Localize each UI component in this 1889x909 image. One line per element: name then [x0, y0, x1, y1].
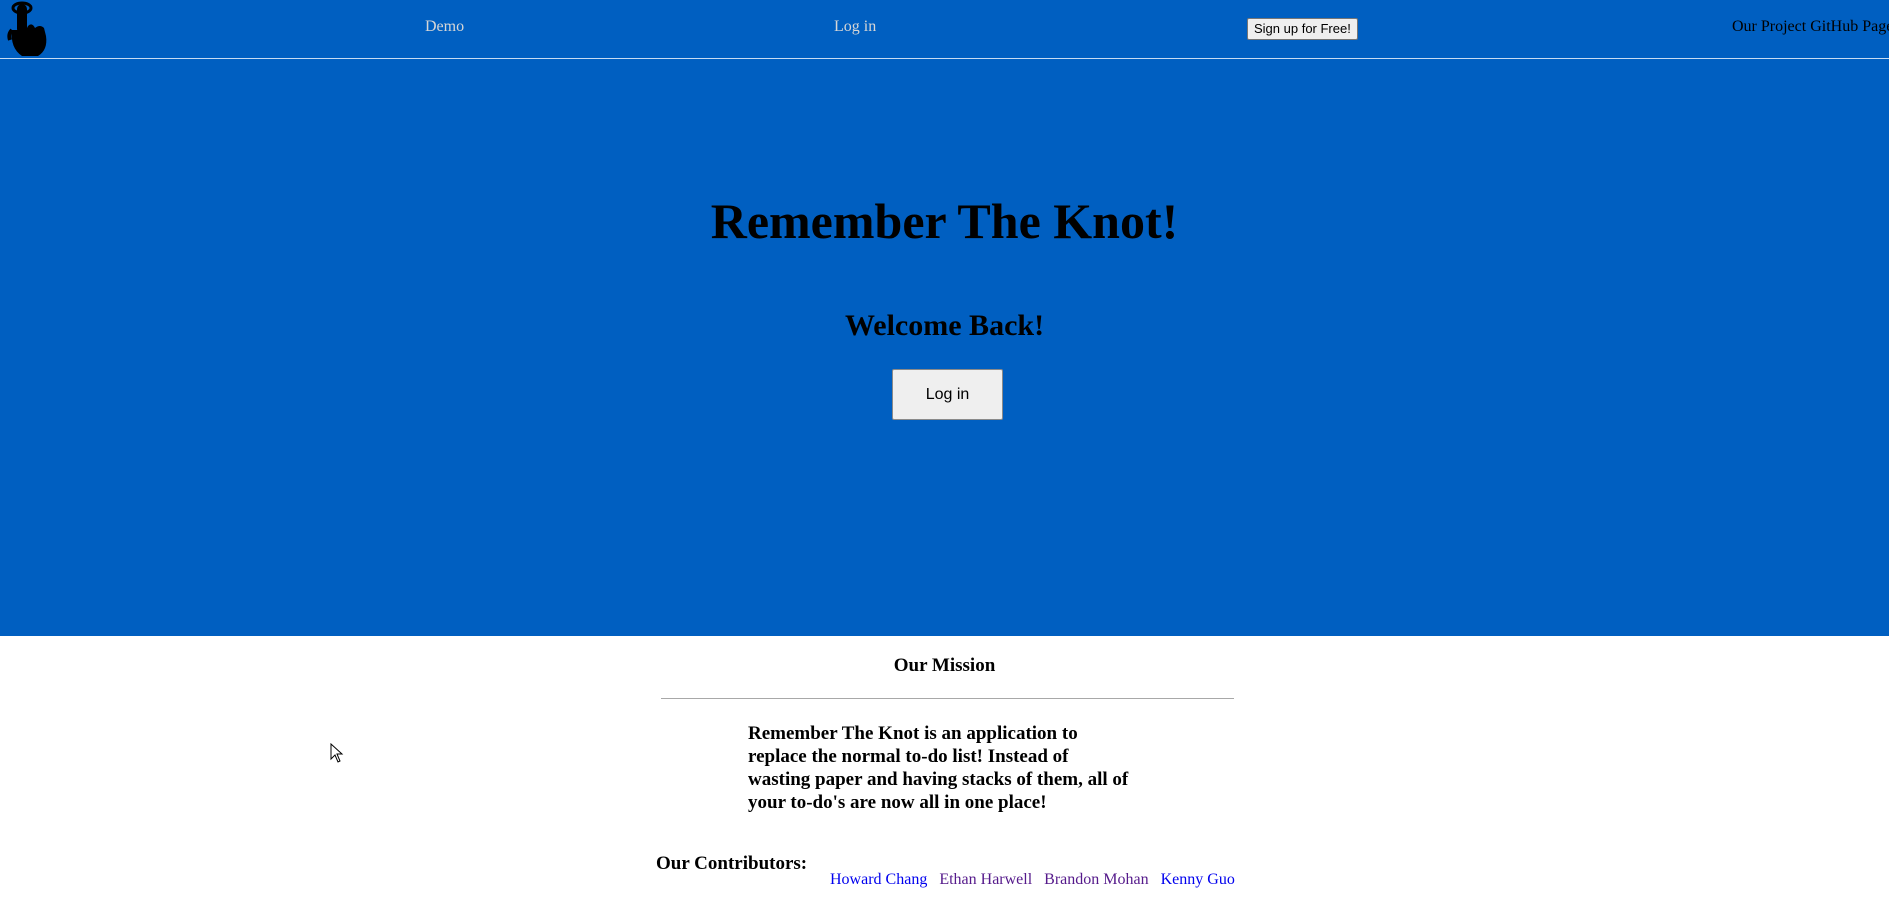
contributor-link[interactable]: Brandon Mohan: [1044, 871, 1148, 888]
contributor-link[interactable]: Ethan Harwell: [939, 871, 1032, 888]
mission-text: Remember The Knot is an application to r…: [748, 723, 1129, 813]
nav-demo-link[interactable]: Demo: [425, 18, 464, 36]
hero-section: Demo Log in Sign up for Free! Our Projec…: [0, 0, 1889, 636]
mission-heading: Our Mission: [893, 655, 996, 676]
mouse-cursor-icon: [330, 742, 344, 763]
contributor-link[interactable]: Howard Chang: [830, 871, 927, 888]
app-title: Remember The Knot!: [710, 193, 1179, 249]
nav-login-link[interactable]: Log in: [834, 18, 876, 36]
navbar: Demo Log in Sign up for Free! Our Projec…: [0, 0, 1889, 59]
contributor-link[interactable]: Kenny Guo: [1161, 871, 1235, 888]
welcome-heading: Welcome Back!: [844, 309, 1045, 342]
contributors-list: Howard Chang Ethan Harwell Brandon Mohan…: [830, 871, 1243, 889]
contributors-label: Our Contributors:: [656, 853, 808, 874]
github-page-link[interactable]: Our Project GitHub Page: [1732, 18, 1889, 36]
mission-divider: [661, 698, 1234, 699]
hero-login-button[interactable]: Log in: [892, 369, 1003, 420]
pointing-hand-knot-icon[interactable]: [4, 0, 50, 58]
signup-button[interactable]: Sign up for Free!: [1247, 18, 1358, 40]
